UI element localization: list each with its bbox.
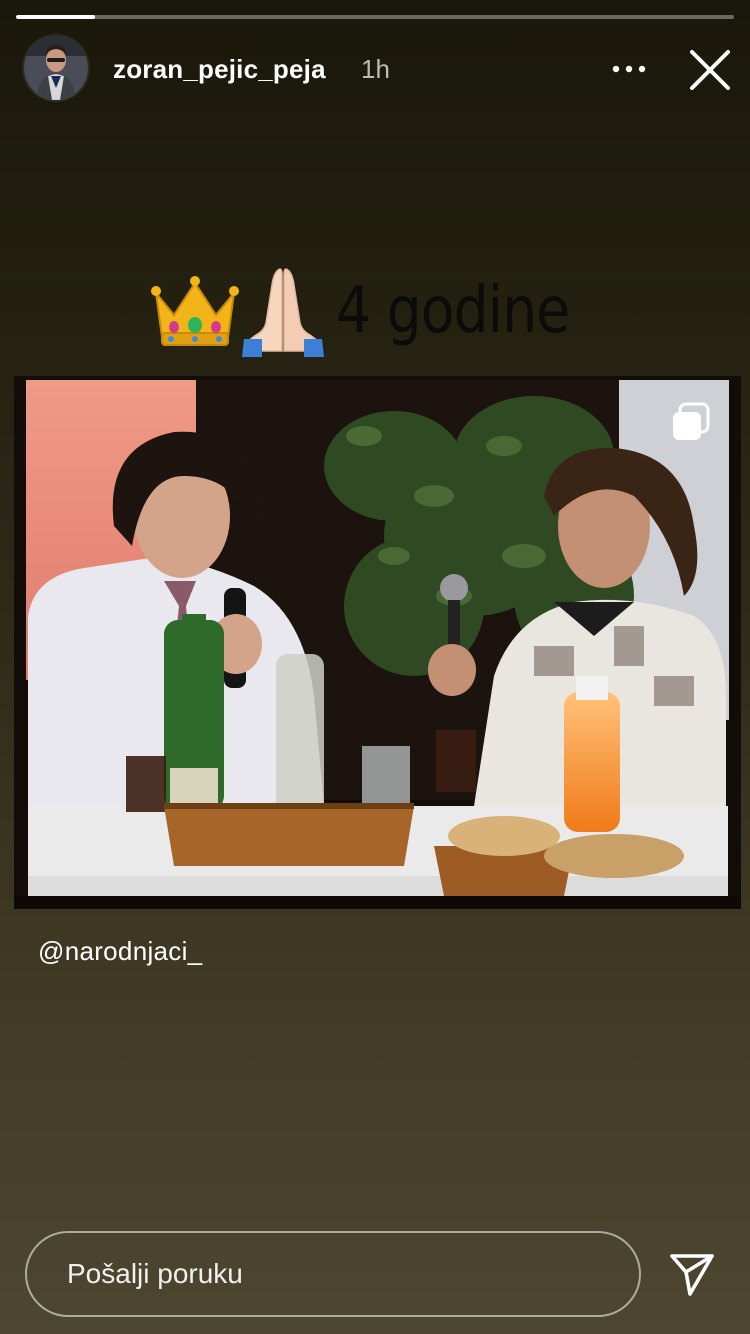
repost-stack-icon <box>673 402 710 440</box>
send-button[interactable] <box>664 1248 720 1300</box>
story-header: zoran_pejic_peja 1h <box>24 36 734 102</box>
close-button[interactable] <box>684 44 736 96</box>
username[interactable]: zoran_pejic_peja <box>113 54 326 85</box>
reply-message-input[interactable] <box>25 1231 641 1317</box>
repost-button[interactable] <box>668 400 714 446</box>
crown-emoji <box>151 276 239 346</box>
story-caption: 4 godine <box>150 256 620 366</box>
paper-plane-icon <box>670 1254 714 1296</box>
avatar-image <box>24 36 88 100</box>
praying-hands-emoji <box>242 268 324 357</box>
close-icon <box>690 50 730 90</box>
mention-sticker[interactable]: @narodnjaci_ <box>38 936 202 967</box>
video-thumbnail <box>14 376 741 909</box>
story-progress-fill <box>16 15 95 19</box>
story-progress-bar <box>16 15 734 19</box>
more-dots-icon <box>612 65 646 73</box>
caption-text: 4 godine <box>336 274 570 348</box>
reposted-video[interactable] <box>14 376 741 909</box>
avatar[interactable] <box>24 36 88 100</box>
story-timestamp: 1h <box>361 54 390 84</box>
more-options-button[interactable] <box>609 52 649 86</box>
